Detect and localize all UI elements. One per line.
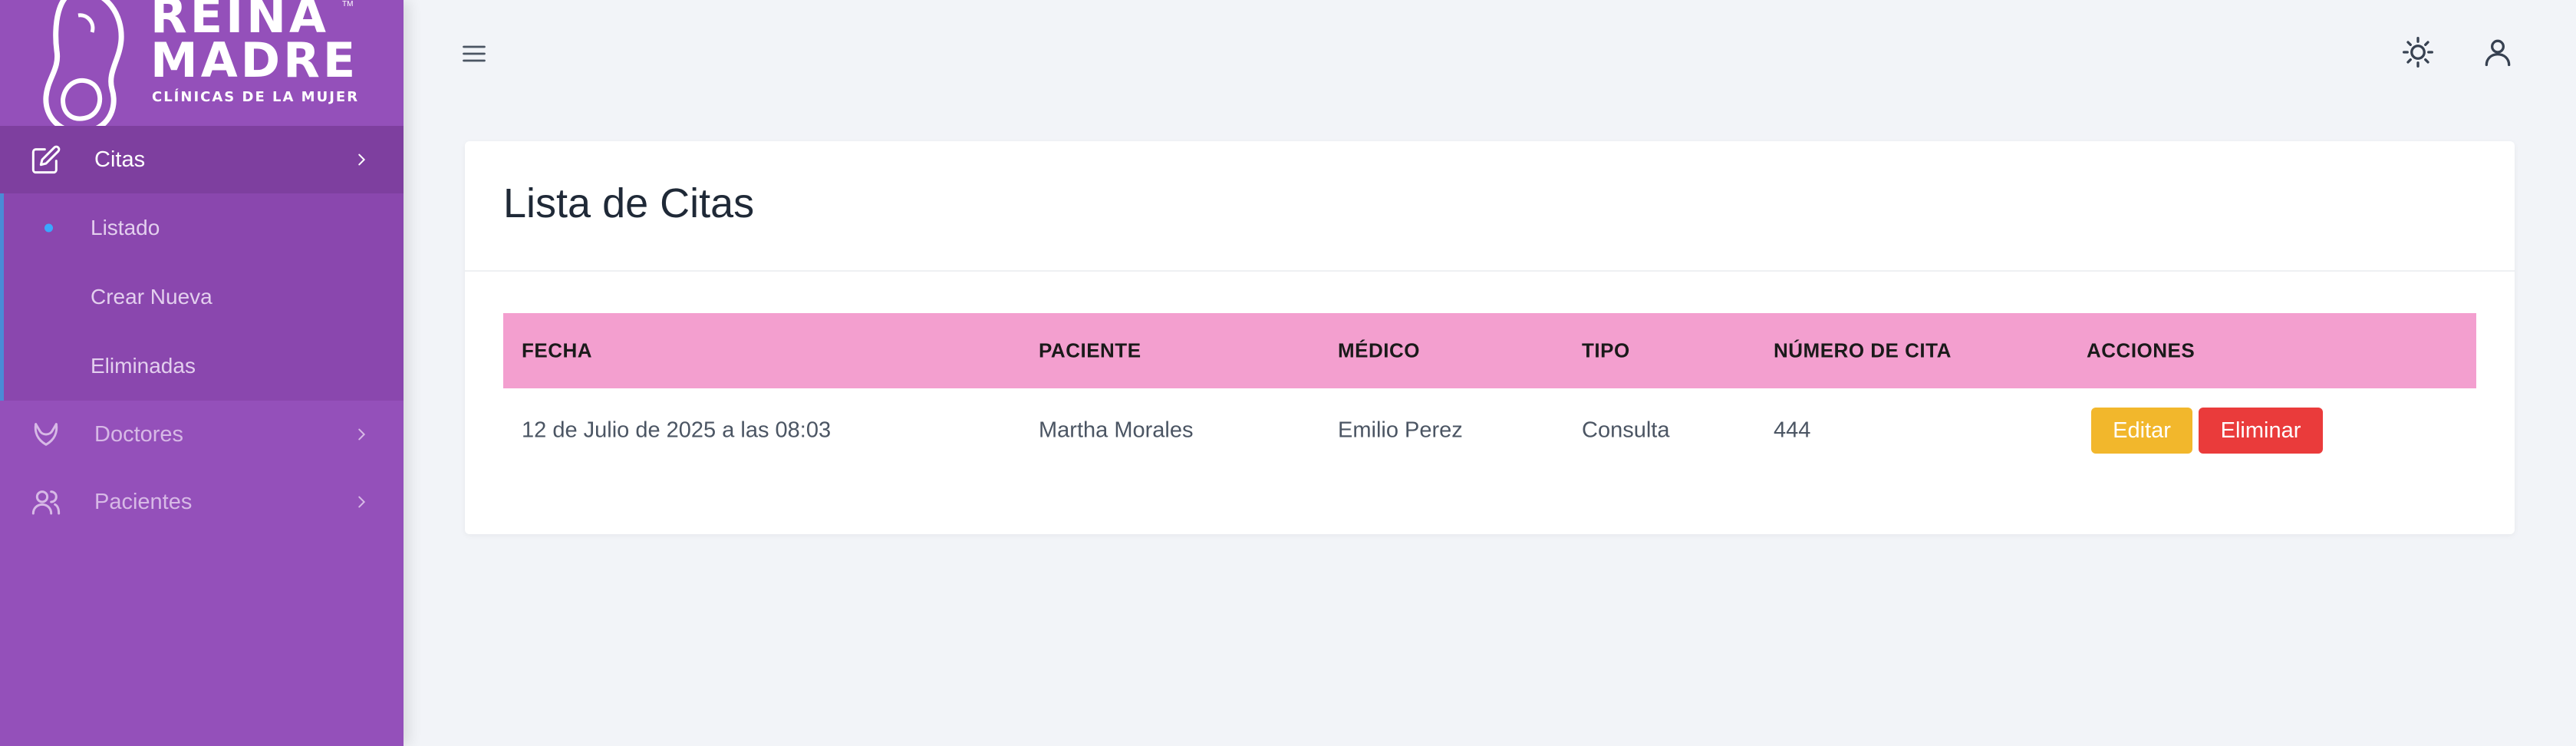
sidebar-menu: Citas Listado Crear Nueva Eliminadas Doc…	[0, 126, 404, 536]
submenu-item-eliminadas[interactable]: Eliminadas	[4, 332, 404, 401]
chevron-right-icon	[358, 496, 366, 508]
chevron-right-icon	[358, 428, 366, 441]
table-row: 12 de Julio de 2025 a las 08:03 Martha M…	[503, 388, 2476, 473]
submenu-item-label: Eliminadas	[91, 354, 196, 378]
sidebar-item-label: Pacientes	[94, 489, 193, 514]
sidebar-item-citas[interactable]: Citas	[0, 126, 404, 193]
brand-logo[interactable]: REINA MADRE CLÍNICAS DE LA MUJER TM	[0, 0, 404, 135]
cell-medico: Emilio Perez	[1338, 418, 1463, 443]
citas-submenu: Listado Crear Nueva Eliminadas	[0, 193, 404, 401]
sidebar-item-label: Citas	[94, 147, 146, 172]
cell-numero-de-cita: 444	[1774, 418, 1811, 443]
card-header: Lista de Citas	[465, 141, 2515, 272]
citas-card: Lista de Citas FECHA PACIENTE MÉDICO TIP…	[465, 141, 2515, 534]
column-header-numero-de-cita[interactable]: NÚMERO DE CITA	[1774, 339, 1952, 363]
sidebar-item-label: Doctores	[94, 421, 184, 447]
submenu-item-crear-nueva[interactable]: Crear Nueva	[4, 262, 404, 332]
cell-tipo: Consulta	[1582, 418, 1670, 443]
sidebar-item-pacientes[interactable]: Pacientes	[0, 468, 404, 536]
sidebar: REINA MADRE CLÍNICAS DE LA MUJER TM Cita…	[0, 0, 404, 746]
topbar	[404, 0, 2576, 107]
delete-button[interactable]: Eliminar	[2199, 408, 2323, 454]
edit-icon	[31, 145, 61, 174]
page-title: Lista de Citas	[503, 180, 755, 226]
brand-line2: MADRE	[150, 32, 359, 88]
cell-paciente: Martha Morales	[1039, 418, 1194, 443]
submenu-item-listado[interactable]: Listado	[4, 193, 404, 262]
column-header-paciente[interactable]: PACIENTE	[1039, 339, 1141, 363]
column-header-fecha[interactable]: FECHA	[522, 339, 592, 363]
brand-subtitle: CLÍNICAS DE LA MUJER	[152, 89, 360, 105]
submenu-item-label: Listado	[91, 216, 160, 239]
brand-trademark: TM	[342, 0, 354, 8]
citas-table: FECHA PACIENTE MÉDICO TIPO NÚMERO DE CIT…	[503, 313, 2476, 473]
cell-fecha: 12 de Julio de 2025 a las 08:03	[522, 418, 832, 443]
column-header-acciones: ACCIONES	[2087, 338, 2196, 362]
sidebar-item-doctores[interactable]: Doctores	[0, 401, 404, 468]
edit-button[interactable]: Editar	[2091, 408, 2192, 454]
chevron-right-icon	[358, 153, 366, 166]
column-header-medico[interactable]: MÉDICO	[1338, 339, 1420, 363]
active-dot-icon	[44, 223, 53, 233]
submenu-item-label: Crear Nueva	[91, 285, 212, 309]
brand-wordmark: REINA MADRE CLÍNICAS DE LA MUJER	[150, 0, 359, 105]
logo-mother-icon	[43, 0, 124, 135]
column-header-tipo[interactable]: TIPO	[1582, 339, 1630, 363]
hamburger-menu-icon[interactable]	[460, 40, 488, 68]
user-account-icon[interactable]	[2481, 35, 2515, 69]
theme-toggle-sun-icon[interactable]	[2401, 35, 2435, 69]
users-icon	[31, 490, 61, 515]
table-header-row: FECHA PACIENTE MÉDICO TIPO NÚMERO DE CIT…	[503, 313, 2476, 388]
stethoscope-icon	[34, 423, 58, 446]
